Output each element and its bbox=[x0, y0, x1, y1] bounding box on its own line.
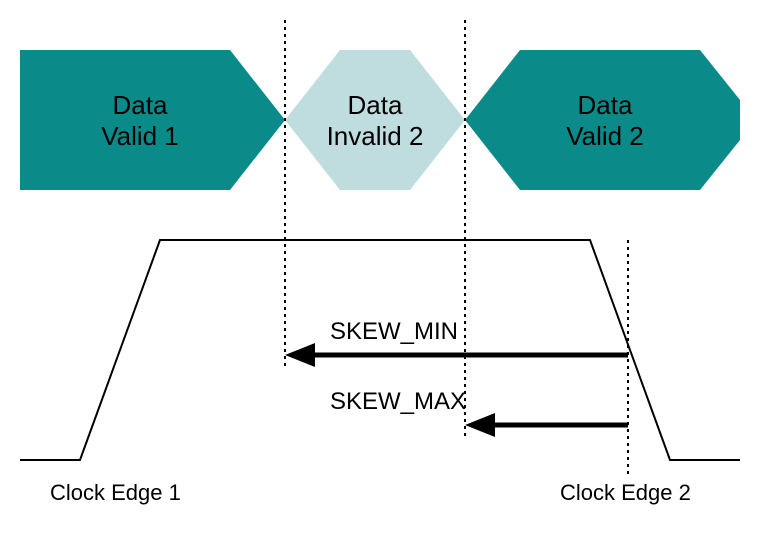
clock-edge-1-label: Clock Edge 1 bbox=[50, 480, 181, 506]
clock-edge-2-label: Clock Edge 2 bbox=[560, 480, 691, 506]
skew-min-arrow-head bbox=[285, 343, 315, 367]
data-valid-2-label: DataValid 2 bbox=[545, 90, 665, 152]
data-invalid-2-label: DataInvalid 2 bbox=[315, 90, 435, 152]
clock-waveform bbox=[20, 240, 740, 460]
skew-min-label: SKEW_MIN bbox=[330, 318, 458, 346]
skew-max-arrow-head bbox=[465, 413, 495, 437]
data-valid-1-label: DataValid 1 bbox=[80, 90, 200, 152]
timing-diagram: DataValid 1 DataInvalid 2 DataValid 2 SK… bbox=[20, 20, 740, 540]
skew-max-label: SKEW_MAX bbox=[330, 388, 466, 416]
